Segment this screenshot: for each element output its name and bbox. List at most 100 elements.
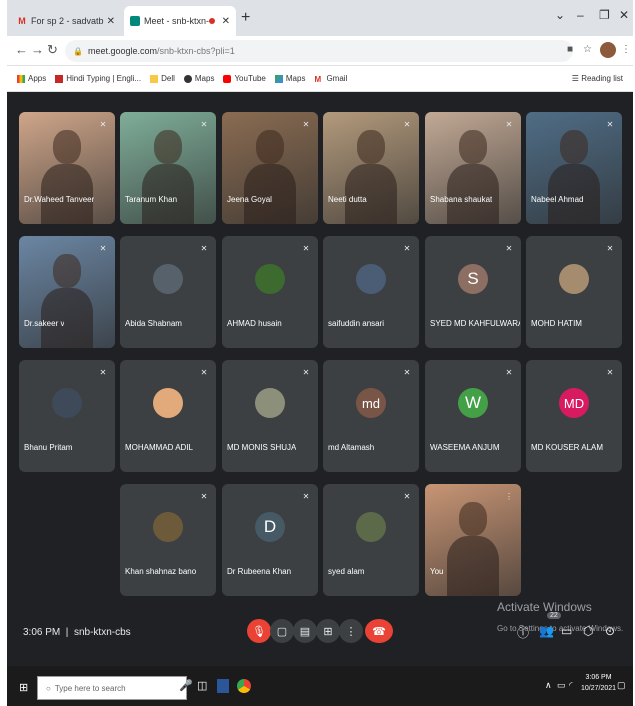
tab-gmail[interactable]: M For sp 2 - sadvatbhabana@gma ✕ — [11, 6, 121, 36]
mic-muted-icon: ✕ — [403, 491, 411, 501]
participant-tile[interactable]: ⋮ You — [425, 484, 521, 596]
participant-photo-avatar — [153, 264, 183, 294]
close-tab-icon[interactable]: ✕ — [222, 16, 230, 27]
participant-name: Nabeel Ahmad — [531, 195, 584, 204]
minimize-button[interactable]: – — [577, 8, 584, 22]
tab-search-icon[interactable]: ⌄ — [555, 8, 565, 22]
participant-tile[interactable]: ✕ AHMAD husain — [222, 236, 318, 348]
participant-name: MD MONIS SHUJA — [227, 443, 297, 452]
forward-icon[interactable]: → — [31, 42, 44, 57]
bookmark-youtube[interactable]: YouTube — [223, 74, 266, 83]
participant-photo-avatar — [356, 264, 386, 294]
participant-tile[interactable]: ✕ MD MONIS SHUJA — [222, 360, 318, 472]
mic-muted-icon: ✕ — [302, 243, 310, 253]
reload-icon[interactable]: ↻ — [47, 42, 58, 58]
present-button[interactable]: ⊞ — [316, 619, 340, 643]
wifi-icon[interactable]: ◜ — [569, 680, 573, 691]
windows-start-icon[interactable]: ⊞ — [19, 681, 28, 694]
participant-tile[interactable]: ✕ Nabeel Ahmad — [526, 112, 622, 224]
taskbar-search-placeholder: Type here to search — [54, 683, 126, 693]
participant-tile[interactable]: ✕ Taranum Khan — [120, 112, 216, 224]
bookmark-hindi-typing[interactable]: Hindi Typing | Engli... — [55, 74, 141, 83]
mic-muted-icon: ✕ — [403, 367, 411, 377]
camera-icon[interactable]: ■ — [567, 44, 573, 55]
mic-off-button[interactable]: 🎙 — [247, 619, 271, 643]
participant-name: Shabana shaukat — [430, 195, 493, 204]
more-options-icon[interactable]: ⋮ — [503, 490, 515, 502]
taskbar-search-input[interactable]: ○ Type here to search — [37, 676, 187, 700]
bookmark-gmail[interactable]: M Gmail — [314, 74, 347, 84]
participant-photo-avatar — [255, 388, 285, 418]
participant-tile[interactable]: md ✕ md Altamash — [323, 360, 419, 472]
participant-tile[interactable]: ✕ MOHAMMAD ADIL — [120, 360, 216, 472]
microphone-icon[interactable]: 🎤 — [179, 679, 193, 692]
participant-name: md Altamash — [328, 443, 375, 452]
chat-icon[interactable]: ▭ — [561, 624, 572, 638]
host-controls-icon[interactable]: ⊙ — [605, 624, 615, 638]
participant-tile[interactable]: ✕ Bhanu Pritam — [19, 360, 115, 472]
maximize-button[interactable]: ❐ — [599, 8, 610, 22]
participant-body — [142, 164, 194, 224]
reading-list[interactable]: ☰ Reading list — [572, 74, 623, 83]
participant-body — [244, 164, 296, 224]
taskbar-clock[interactable]: 3:06 PM 10/27/2021 — [581, 672, 616, 694]
info-icon[interactable]: ⓘ — [517, 624, 529, 641]
participant-tile[interactable]: D ✕ Dr Rubeena Khan — [222, 484, 318, 596]
gmail-icon: M — [18, 16, 26, 26]
participant-tile[interactable]: ✕ Abida Shabnam — [120, 236, 216, 348]
participant-tile[interactable]: ✕ Dr.Waheed Tanveer — [19, 112, 115, 224]
camera-button[interactable]: ▢ — [270, 619, 294, 643]
bookmark-apps[interactable]: Apps — [17, 74, 46, 83]
leave-call-button[interactable]: ☎ — [365, 619, 393, 643]
tab-meet[interactable]: Meet - snb-ktxn-cbs ✕ — [124, 6, 236, 36]
clock-time: 3:06 PM — [585, 674, 612, 681]
chrome-icon[interactable] — [237, 679, 251, 693]
participant-tile[interactable]: ✕ Khan shahnaz bano — [120, 484, 216, 596]
participant-name: Neeti dutta — [328, 195, 367, 204]
close-tab-icon[interactable]: ✕ — [107, 16, 115, 27]
participant-figure — [256, 130, 284, 164]
people-icon[interactable]: 👥 — [539, 624, 554, 638]
recording-icon — [208, 18, 215, 24]
bookmark-star-icon[interactable]: ☆ — [583, 44, 592, 55]
bookmark-maps[interactable]: Maps — [183, 74, 214, 83]
battery-icon[interactable]: ▭ — [557, 680, 566, 691]
url-field[interactable]: 🔒 meet.google.com/snb-ktxn-cbs?pli=1 — [65, 40, 573, 62]
close-window-button[interactable]: ✕ — [619, 8, 629, 22]
participant-tile[interactable]: ✕ syed alam — [323, 484, 419, 596]
participant-photo-avatar — [153, 512, 183, 542]
menu-icon[interactable]: ⋮ — [621, 44, 631, 55]
captions-button[interactable]: ▤ — [293, 619, 317, 643]
url-host: meet.google.com — [87, 46, 158, 56]
tray-chevron-icon[interactable]: ∧ — [545, 680, 552, 691]
participant-initial-avatar: MD — [559, 388, 589, 418]
participant-tile[interactable]: ✕ Shabana shaukat — [425, 112, 521, 224]
back-icon[interactable]: ← — [15, 42, 28, 57]
apps-grid-icon — [17, 74, 25, 83]
participant-figure — [53, 130, 81, 164]
word-icon[interactable] — [217, 679, 229, 693]
notifications-icon[interactable]: ▢ — [617, 680, 626, 691]
participant-initial-avatar: W — [458, 388, 488, 418]
participant-tile[interactable]: S ✕ SYED MD KAHFULWARA A... — [425, 236, 521, 348]
bookmark-maps-2[interactable]: Maps — [274, 74, 305, 83]
profile-avatar[interactable] — [600, 42, 616, 58]
participant-tile[interactable]: W ✕ WASEEMA ANJUM — [425, 360, 521, 472]
bookmark-dell[interactable]: Dell — [150, 74, 175, 83]
participant-body — [345, 164, 397, 224]
activities-icon[interactable]: ⬡ — [583, 624, 593, 638]
participant-tile[interactable]: ✕ Jeena Goyal — [222, 112, 318, 224]
participant-tile[interactable]: ✕ MOHD HATIM — [526, 236, 622, 348]
more-options-button[interactable]: ⋮ — [339, 619, 363, 643]
mic-off-icon: 🎙 — [252, 625, 266, 638]
participant-tile[interactable]: ✕ Neeti dutta — [323, 112, 419, 224]
meeting-time: 3:06 PM — [23, 627, 61, 638]
participant-tile[interactable]: ✕ Dr.sakeer v — [19, 236, 115, 348]
task-view-icon[interactable]: ◫ — [197, 679, 207, 692]
participant-tile[interactable]: MD ✕ MD KOUSER ALAM — [526, 360, 622, 472]
participant-tile[interactable]: ✕ saifuddin ansari — [323, 236, 419, 348]
participant-name: saifuddin ansari — [328, 319, 385, 328]
new-tab-button[interactable]: + — [241, 9, 250, 27]
url-path: /snb-ktxn-cbs?pli=1 — [157, 46, 235, 56]
mic-muted-icon: ✕ — [200, 119, 208, 129]
